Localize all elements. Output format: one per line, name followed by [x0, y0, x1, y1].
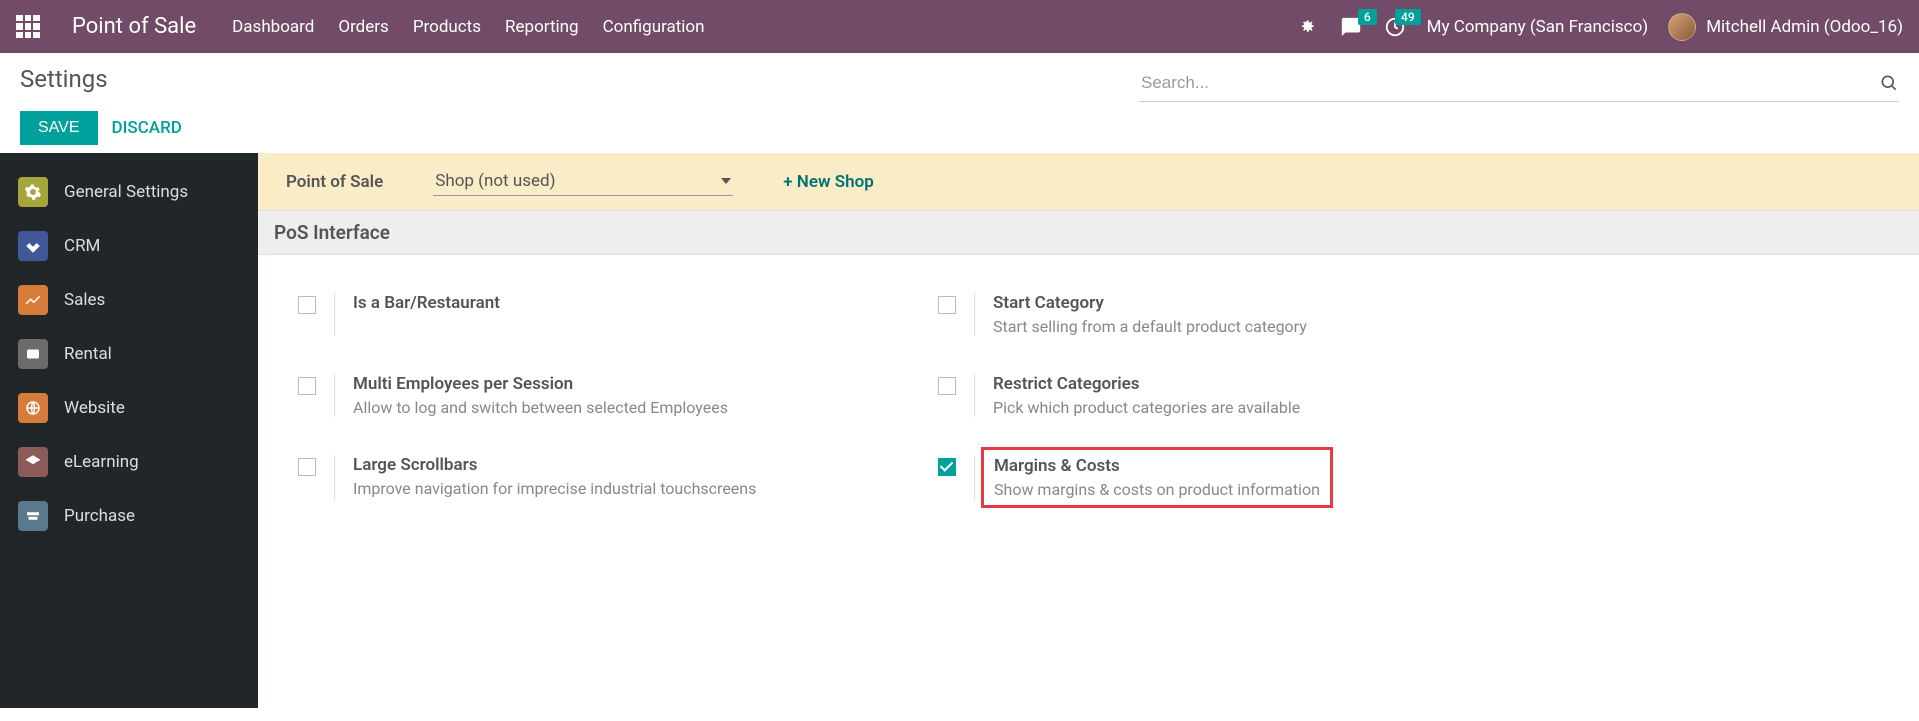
save-button[interactable]: SAVE — [20, 111, 98, 145]
sidebar-item-label: CRM — [64, 236, 100, 256]
setting-desc: Allow to log and switch between selected… — [353, 398, 728, 417]
sidebar-item-general[interactable]: General Settings — [0, 165, 258, 219]
company-switcher[interactable]: My Company (San Francisco) — [1427, 17, 1649, 37]
setting-desc: Start selling from a default product cat… — [993, 317, 1307, 336]
setting-title: Large Scrollbars — [353, 455, 756, 475]
highlight-box: Margins & Costs Show margins & costs on … — [981, 447, 1333, 508]
checkbox-start-category[interactable] — [938, 296, 956, 314]
user-name: Mitchell Admin (Odoo_16) — [1706, 17, 1903, 37]
settings-sidebar: General Settings CRM Sales Rental Websit… — [0, 153, 258, 708]
debug-icon[interactable] — [1295, 15, 1319, 39]
sidebar-item-label: Purchase — [64, 506, 135, 526]
handshake-icon — [18, 231, 48, 261]
setting-desc: Show margins & costs on product informat… — [994, 480, 1320, 499]
control-panel: Settings SAVE DISCARD — [0, 53, 1919, 153]
user-menu[interactable]: Mitchell Admin (Odoo_16) — [1668, 13, 1903, 41]
setting-bar-restaurant: Is a Bar/Restaurant — [298, 293, 898, 336]
discard-button[interactable]: DISCARD — [112, 118, 182, 138]
nav-reporting[interactable]: Reporting — [505, 17, 579, 37]
sidebar-item-elearning[interactable]: eLearning — [0, 435, 258, 489]
setting-title: Multi Employees per Session — [353, 374, 728, 394]
setting-large-scrollbars: Large Scrollbars Improve navigation for … — [298, 455, 898, 500]
globe-icon — [18, 393, 48, 423]
sidebar-item-label: eLearning — [64, 452, 139, 472]
divider — [334, 293, 335, 336]
checkbox-margins-costs[interactable] — [938, 458, 956, 476]
setting-margins-costs: Margins & Costs Show margins & costs on … — [938, 455, 1538, 500]
search-box[interactable] — [1139, 69, 1899, 102]
sidebar-item-label: Website — [64, 398, 125, 418]
pos-label: Point of Sale — [286, 172, 383, 192]
setting-multi-employees: Multi Employees per Session Allow to log… — [298, 374, 898, 417]
new-shop-button[interactable]: + New Shop — [783, 172, 874, 192]
sidebar-item-rental[interactable]: Rental — [0, 327, 258, 381]
pos-selection-bar: Point of Sale Shop (not used) + New Shop — [258, 153, 1919, 210]
messages-icon[interactable]: 6 — [1339, 15, 1363, 39]
checkbox-large-scrollbars[interactable] — [298, 458, 316, 476]
setting-title: Margins & Costs — [994, 456, 1320, 476]
activities-icon[interactable]: 49 — [1383, 15, 1407, 39]
checkbox-bar-restaurant[interactable] — [298, 296, 316, 314]
nav-dashboard[interactable]: Dashboard — [232, 17, 314, 37]
gear-icon — [18, 177, 48, 207]
search-input[interactable] — [1139, 69, 1879, 97]
setting-title: Restrict Categories — [993, 374, 1300, 394]
nav-configuration[interactable]: Configuration — [603, 17, 705, 37]
divider — [974, 455, 975, 500]
pos-select[interactable]: Shop (not used) — [433, 167, 733, 196]
chevron-down-icon — [721, 178, 731, 184]
search-icon[interactable] — [1879, 73, 1899, 93]
setting-desc: Pick which product categories are availa… — [993, 398, 1300, 417]
apps-icon[interactable] — [16, 15, 40, 39]
divider — [334, 374, 335, 417]
avatar — [1668, 13, 1696, 41]
activities-badge: 49 — [1395, 9, 1421, 25]
chart-icon — [18, 285, 48, 315]
messages-badge: 6 — [1358, 9, 1377, 25]
sidebar-item-label: General Settings — [64, 182, 188, 202]
graduation-icon — [18, 447, 48, 477]
setting-start-category: Start Category Start selling from a defa… — [938, 293, 1538, 336]
page-title: Settings — [20, 65, 182, 93]
section-header: PoS Interface — [258, 210, 1919, 255]
nav-orders[interactable]: Orders — [338, 17, 388, 37]
pos-selected: Shop (not used) — [435, 171, 555, 191]
sidebar-item-purchase[interactable]: Purchase — [0, 489, 258, 543]
key-icon — [18, 339, 48, 369]
sidebar-item-website[interactable]: Website — [0, 381, 258, 435]
sidebar-item-crm[interactable]: CRM — [0, 219, 258, 273]
setting-restrict-categories: Restrict Categories Pick which product c… — [938, 374, 1538, 417]
sidebar-item-label: Rental — [64, 344, 112, 364]
app-title[interactable]: Point of Sale — [72, 14, 196, 39]
sidebar-item-sales[interactable]: Sales — [0, 273, 258, 327]
divider — [974, 374, 975, 417]
top-navbar: Point of Sale Dashboard Orders Products … — [0, 0, 1919, 53]
checkbox-multi-employees[interactable] — [298, 377, 316, 395]
divider — [974, 293, 975, 336]
checkbox-restrict-categories[interactable] — [938, 377, 956, 395]
setting-title: Start Category — [993, 293, 1307, 313]
setting-title: Is a Bar/Restaurant — [353, 293, 500, 313]
divider — [334, 455, 335, 500]
cart-icon — [18, 501, 48, 531]
sidebar-item-label: Sales — [64, 290, 105, 310]
setting-desc: Improve navigation for imprecise industr… — [353, 479, 756, 498]
nav-products[interactable]: Products — [413, 17, 481, 37]
